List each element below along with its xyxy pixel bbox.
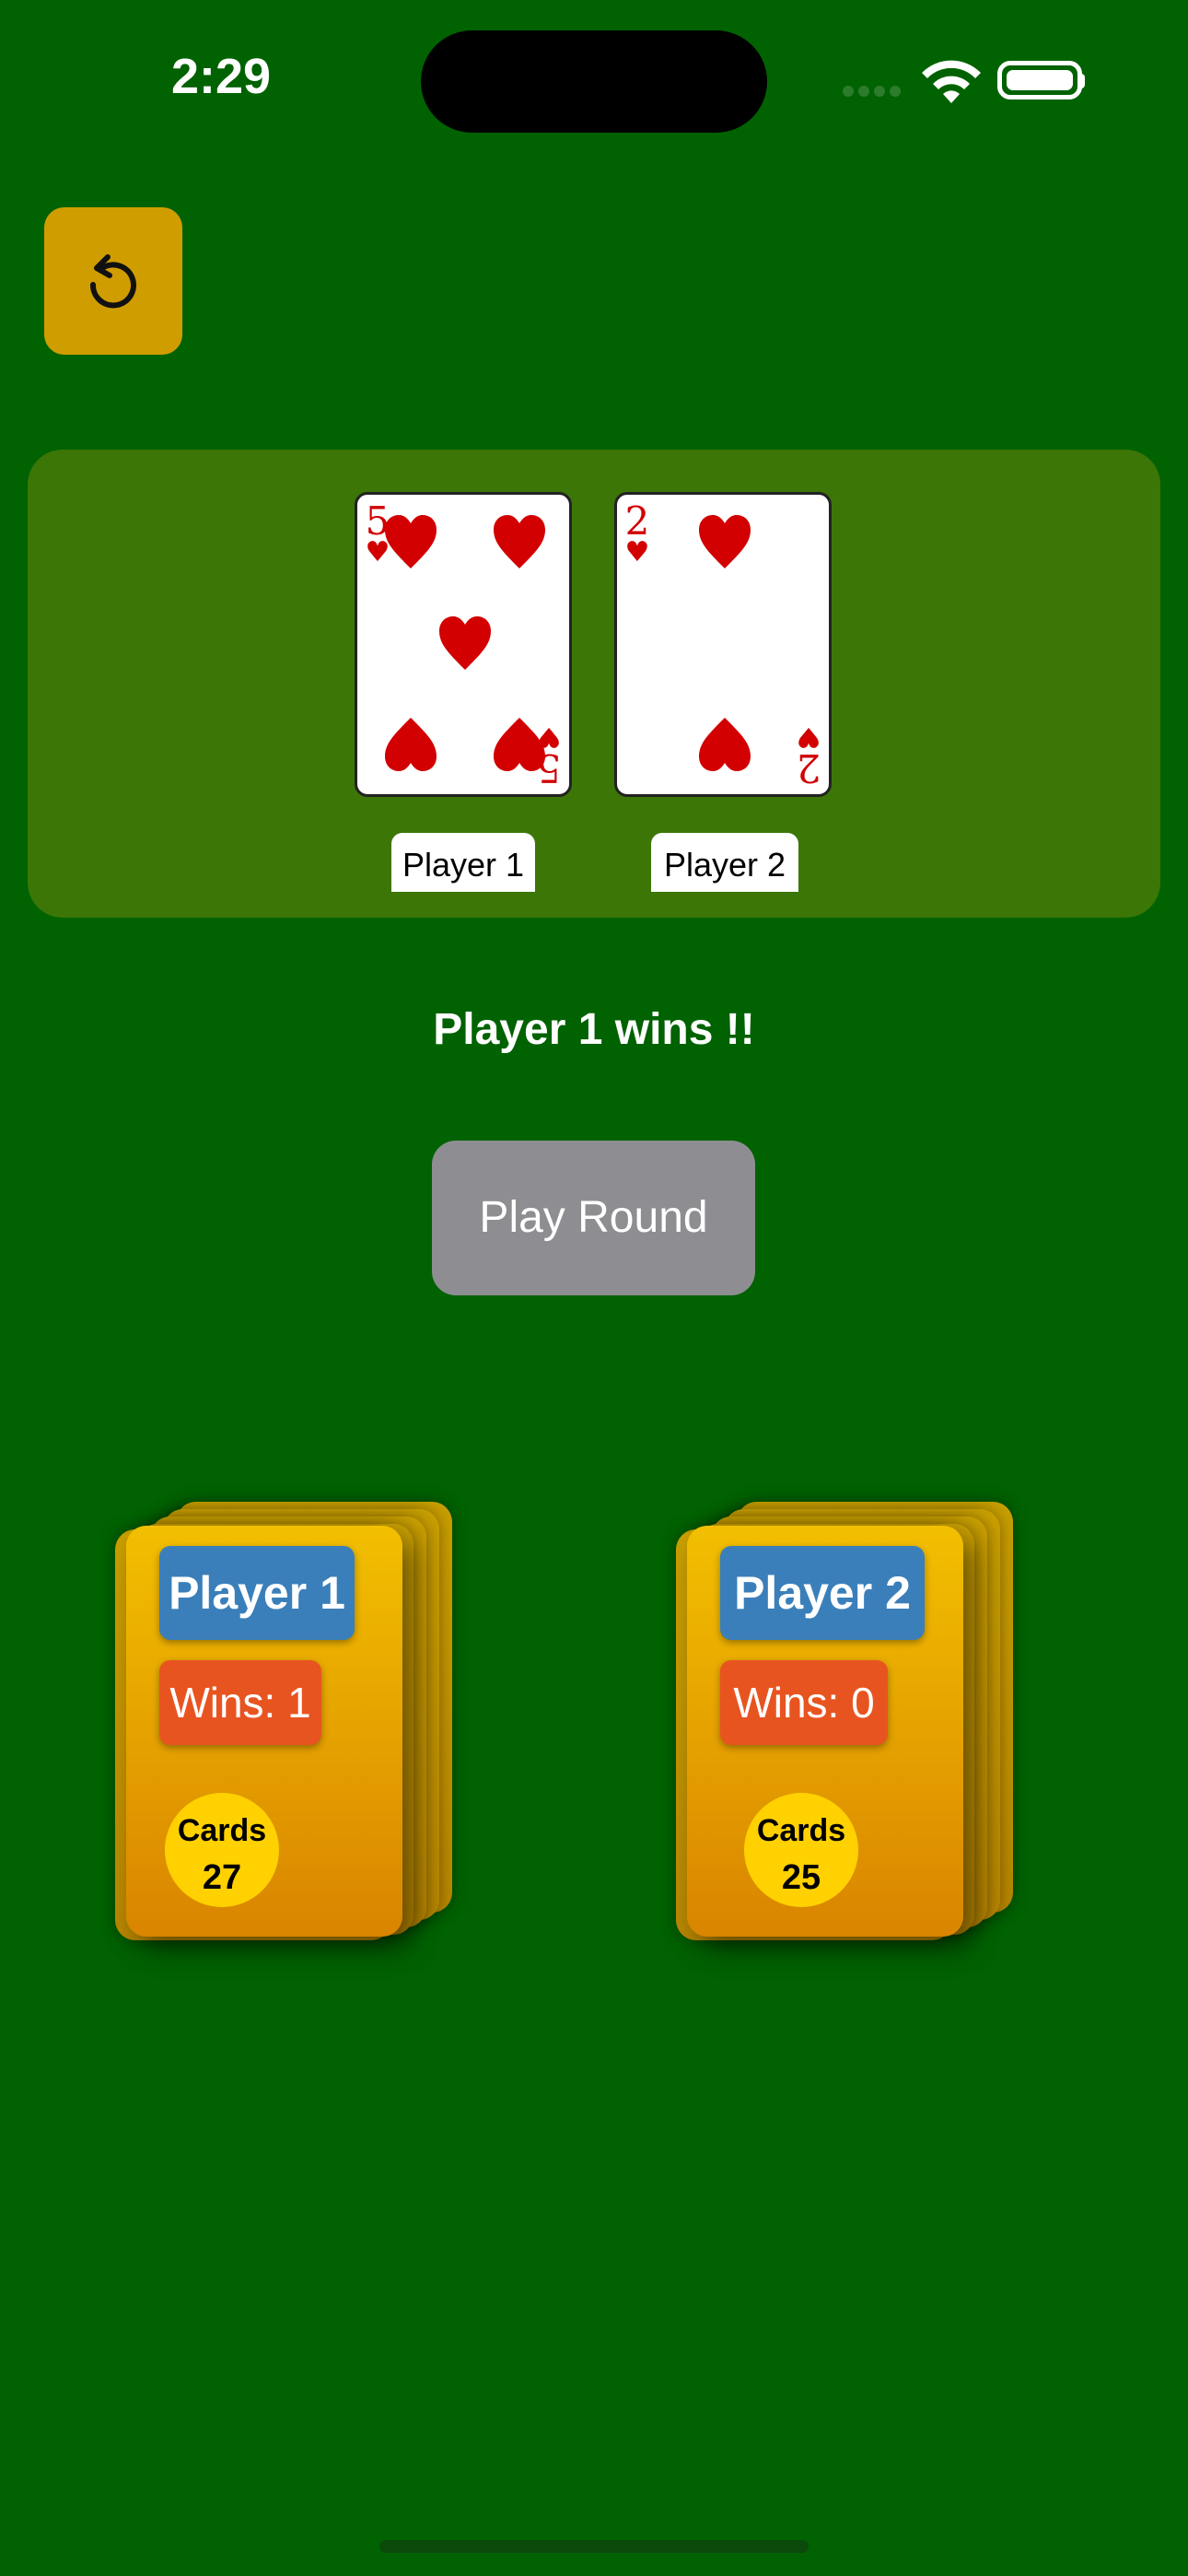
cards-count-badge: Cards 27 [165, 1793, 279, 1907]
player-name-badge: Player 2 [720, 1546, 925, 1640]
heart-pip-icon [699, 718, 751, 771]
status-time: 2:29 [170, 49, 272, 104]
played-card-player-1: 5 ♥ 5 ♥ [355, 492, 572, 797]
player-2-deck: Player 2 Wins: 0 Cards 25 [676, 1493, 1026, 1940]
deck-top-card: Player 2 Wins: 0 Cards 25 [687, 1526, 963, 1937]
wifi-icon [922, 60, 981, 103]
dynamic-island [421, 30, 767, 133]
cards-count-value: 27 [202, 1858, 242, 1897]
heart-pip-icon [494, 515, 545, 568]
player-1-deck: Player 1 Wins: 1 Cards 27 [115, 1493, 465, 1940]
card-corner-index: 2 ♥ [796, 720, 821, 790]
reset-game-button[interactable] [44, 207, 182, 355]
heart-pip-icon [385, 718, 437, 771]
battery-icon [997, 61, 1082, 100]
wins-badge: Wins: 1 [159, 1660, 321, 1745]
undo-arrow-icon [89, 254, 136, 309]
play-round-button[interactable]: Play Round [432, 1141, 755, 1295]
card-corner-index: 2 ♥ [624, 498, 650, 568]
heart-pip-icon [385, 515, 437, 568]
wins-badge: Wins: 0 [720, 1660, 888, 1745]
heart-pip-icon [494, 718, 545, 771]
cellular-signal-icon [843, 85, 905, 101]
cards-count-label: Cards [756, 1813, 846, 1848]
played-card-player-2: 2 ♥ 2 ♥ [614, 492, 832, 797]
home-indicator[interactable] [379, 2540, 809, 2553]
player-2-label: Player 2 [651, 833, 798, 892]
cards-count-value: 25 [781, 1858, 821, 1897]
battery-cap [1078, 74, 1085, 88]
cards-count-label: Cards [177, 1813, 267, 1848]
player-name-badge: Player 1 [159, 1546, 355, 1640]
play-table: 5 ♥ 5 ♥ 2 ♥ 2 ♥ Player 1 Player 2 [28, 450, 1160, 918]
player-1-label: Player 1 [391, 833, 535, 892]
heart-pip-icon [439, 616, 491, 670]
cards-count-badge: Cards 25 [744, 1793, 858, 1907]
round-result-text: Player 1 wins !! [433, 1005, 755, 1054]
deck-top-card: Player 1 Wins: 1 Cards 27 [126, 1526, 402, 1937]
heart-pip-icon [699, 515, 751, 568]
